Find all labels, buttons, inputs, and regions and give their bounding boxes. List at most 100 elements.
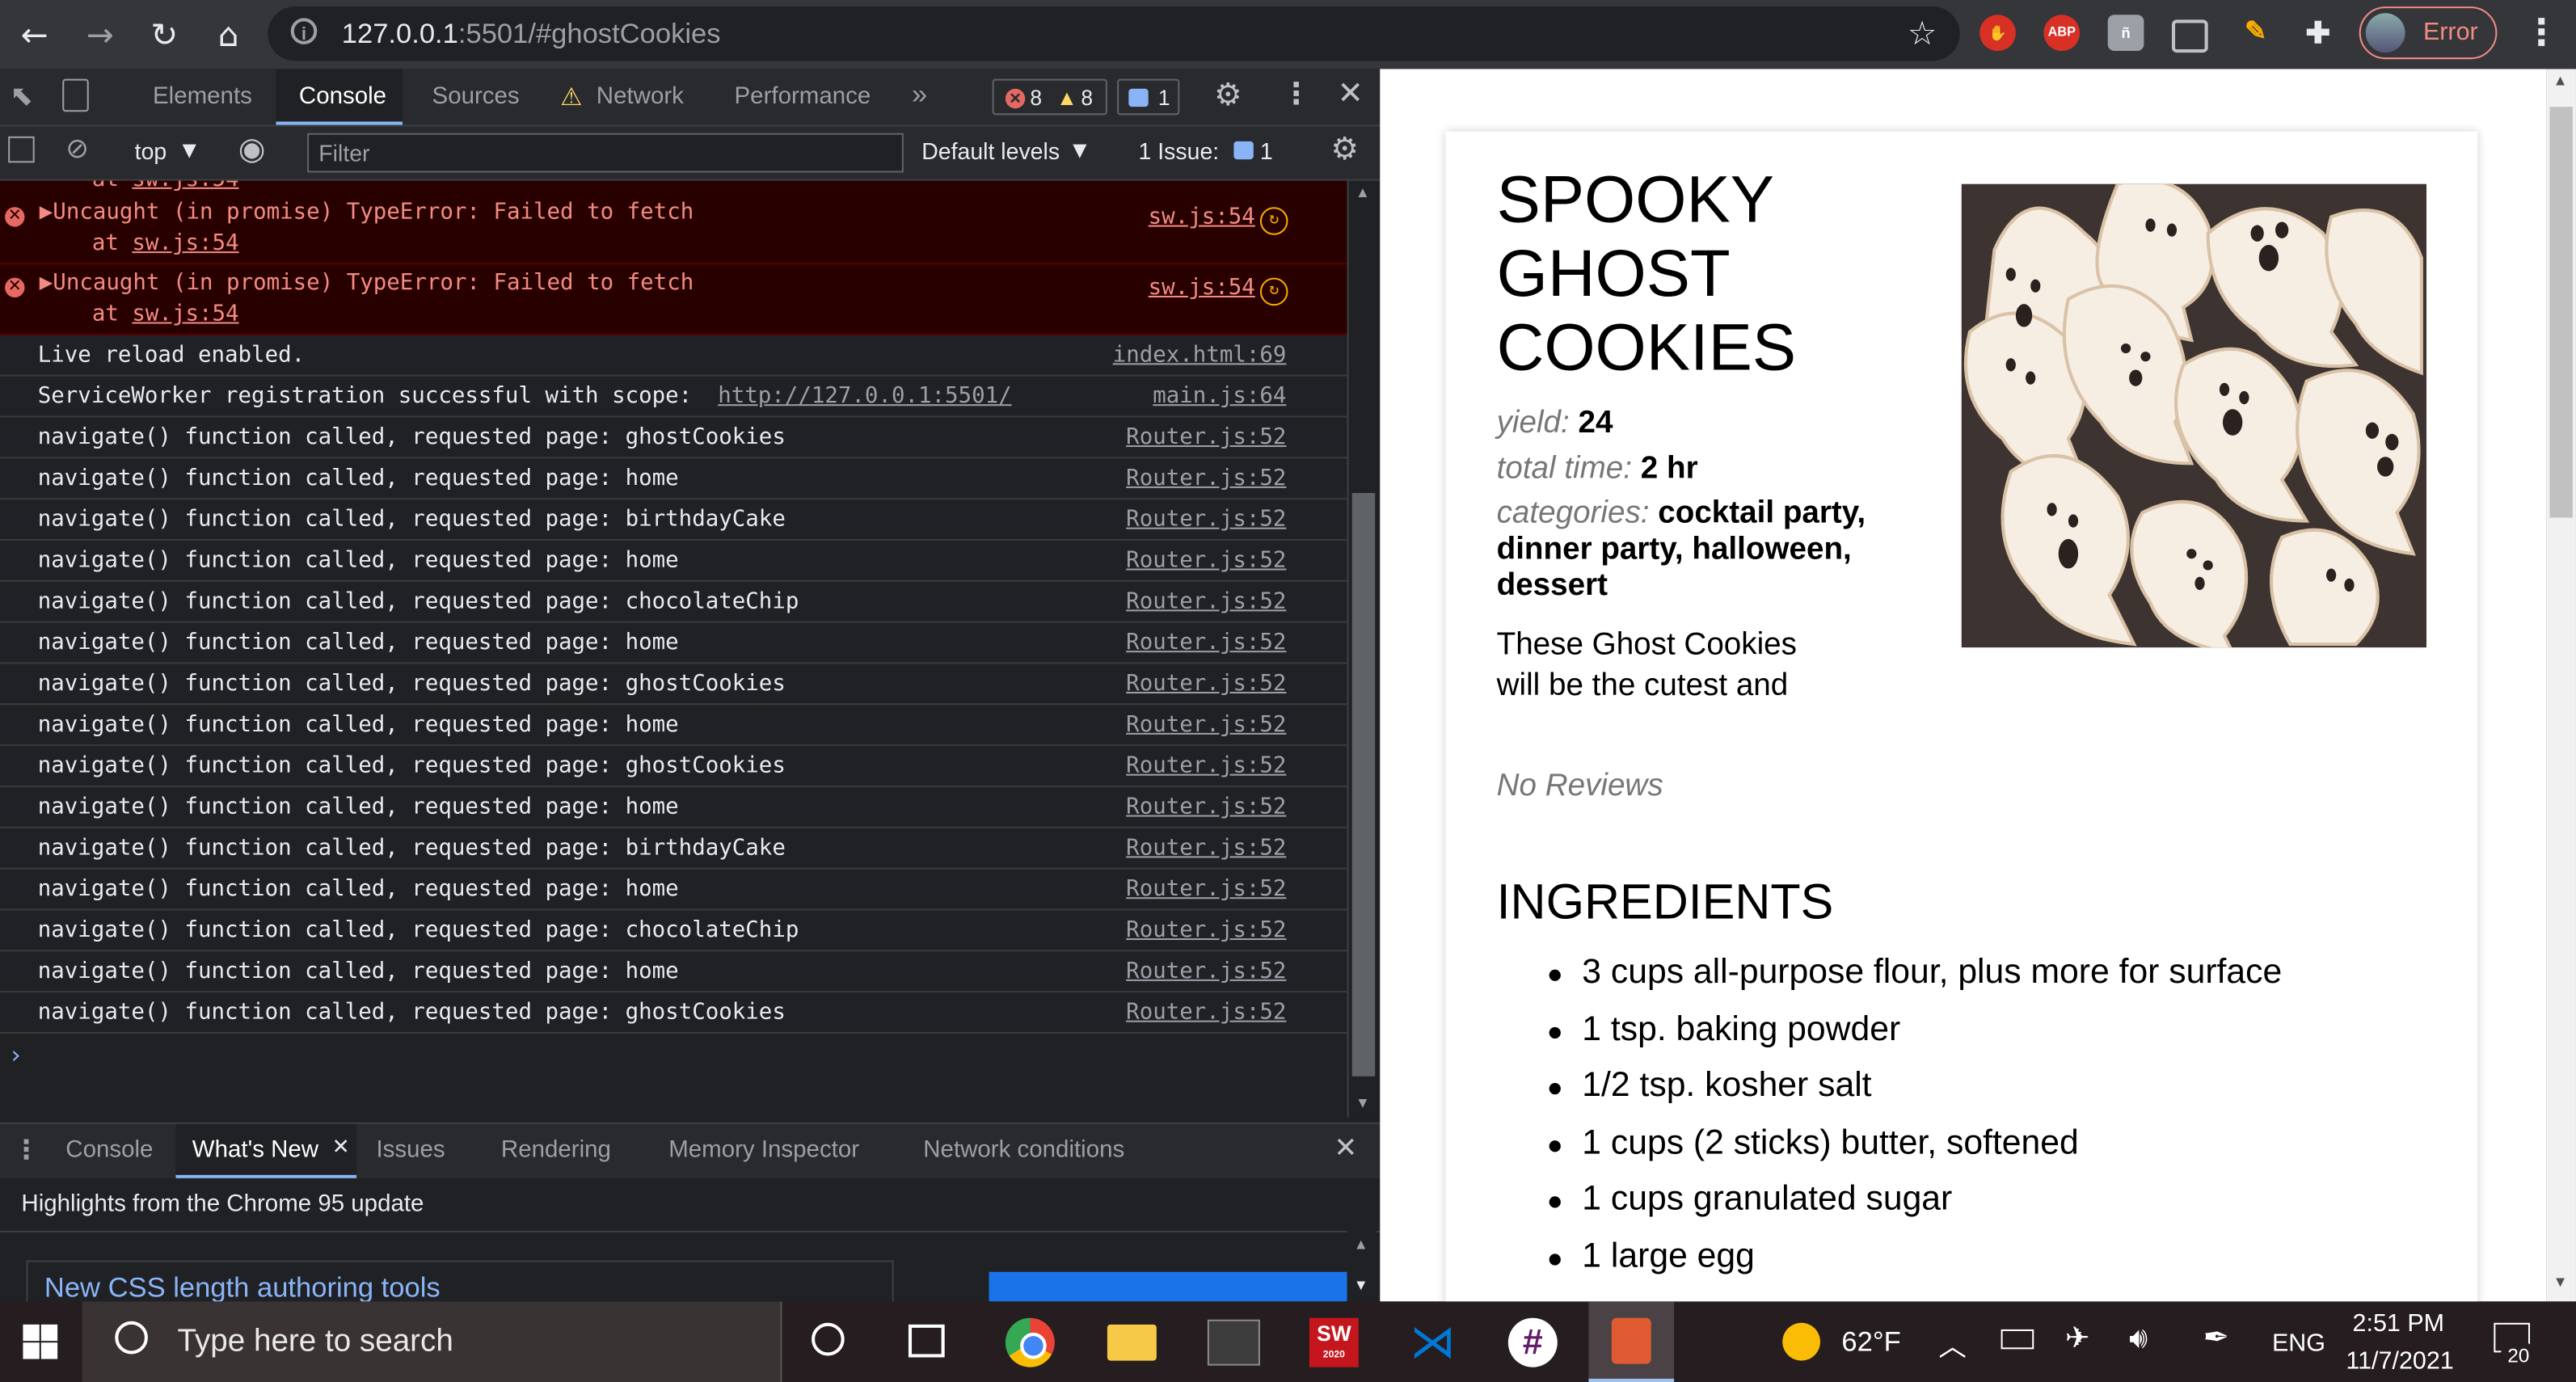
more-tabs-chevron-icon[interactable]: » (912, 79, 927, 112)
console-log-row[interactable]: navigate() function called, requested pa… (0, 951, 1347, 993)
scrollbar-thumb[interactable] (1351, 492, 1376, 1077)
drawer-tab-rendering[interactable]: Rendering (501, 1137, 611, 1164)
page-scroll-up-icon[interactable]: ▲ (2553, 72, 2568, 88)
devtools-menu-icon[interactable]: ⋮ (1281, 78, 1311, 112)
tab-elements[interactable]: Elements (153, 84, 252, 111)
source-link[interactable]: Router.js:52 (1126, 588, 1286, 615)
source-link[interactable]: Router.js:52 (1126, 958, 1286, 984)
source-link[interactable]: Router.js:52 (1126, 630, 1286, 656)
airplane-mode-icon[interactable]: ✈ (2065, 1321, 2090, 1356)
source-link[interactable]: index.html:69 (1113, 342, 1287, 369)
site-info-icon[interactable]: i (290, 18, 318, 44)
task-view-icon[interactable] (908, 1324, 945, 1358)
windows-start-icon[interactable] (23, 1324, 58, 1359)
console-log-row[interactable]: navigate() function called, requested pa… (0, 458, 1347, 500)
stack-link[interactable]: sw.js:54 (132, 181, 238, 192)
stack-link[interactable]: sw.js:54 (132, 301, 238, 327)
source-link[interactable]: Router.js:52 (1126, 424, 1286, 451)
source-link[interactable]: Router.js:52 (1126, 876, 1286, 903)
console-log-row[interactable]: navigate() function called, requested pa… (0, 992, 1347, 1034)
console-log-row[interactable]: navigate() function called, requested pa… (0, 541, 1347, 582)
home-icon[interactable]: ⌂ (207, 13, 250, 56)
device-toolbar-icon[interactable] (62, 78, 89, 112)
cortana-icon[interactable] (812, 1322, 845, 1356)
console-settings-gear-icon[interactable]: ⚙ (1330, 132, 1359, 168)
source-link[interactable]: main.js:64 (1153, 383, 1286, 410)
settings-gear-icon[interactable]: ⚙ (1214, 78, 1242, 114)
back-arrow-icon[interactable]: ← (13, 13, 56, 56)
notifications-count[interactable]: 20 (2500, 1341, 2537, 1371)
console-log-row[interactable]: navigate() function called, requested pa… (0, 870, 1347, 911)
puzzle-extensions-icon[interactable]: ✚ (2300, 15, 2337, 51)
close-drawer-icon[interactable]: ✕ (1334, 1132, 1357, 1165)
source-link[interactable]: sw.js:54 (1149, 204, 1255, 230)
vscode-icon[interactable]: ⋊ (1408, 1317, 1457, 1367)
console-log-row[interactable]: navigate() function called, requested pa… (0, 910, 1347, 952)
tab-performance[interactable]: Performance (735, 84, 871, 111)
console-log-row[interactable]: navigate() function called, requested pa… (0, 664, 1347, 706)
console-log-row[interactable]: navigate() function called, requested pa… (0, 828, 1347, 870)
source-link[interactable]: Router.js:52 (1126, 711, 1286, 738)
scroll-up-icon[interactable]: ▲ (1355, 184, 1370, 200)
drawer-menu-icon[interactable]: ⋮ (13, 1134, 40, 1165)
drawer-scroll-down-icon[interactable]: ▼ (1354, 1277, 1368, 1293)
profile-error-button[interactable]: Error (2359, 6, 2498, 60)
source-link[interactable]: Router.js:52 (1126, 917, 1286, 944)
volume-icon[interactable]: 🔊︎ (2129, 1321, 2148, 1356)
console-log-row[interactable]: navigate() function called, requested pa… (0, 499, 1347, 541)
drawer-tab-network-conditions[interactable]: Network conditions (923, 1137, 1124, 1164)
console-log-row[interactable]: navigate() function called, requested pa… (0, 746, 1347, 787)
log-levels-select[interactable]: Default levels (921, 138, 1060, 165)
scope-link[interactable]: http://127.0.0.1:5501/ (718, 383, 1011, 410)
source-link[interactable]: Router.js:52 (1126, 835, 1286, 862)
source-link[interactable]: Router.js:52 (1126, 547, 1286, 574)
console-log-row[interactable]: navigate() function called, requested pa… (0, 623, 1347, 664)
page-scrollbar-thumb[interactable] (2549, 107, 2573, 518)
source-link[interactable]: Router.js:52 (1126, 999, 1286, 1026)
drawer-scroll-up-icon[interactable]: ▲ (1354, 1236, 1368, 1252)
console-error-row[interactable]: ✕ ▶Uncaught (in promise) TypeError: Fail… (0, 264, 1347, 335)
levels-chevron-down-icon[interactable]: ▼ (1073, 140, 1086, 161)
slack-icon[interactable]: # (1507, 1317, 1558, 1367)
error-warning-counter[interactable]: ✕ 8 ▲ 8 (992, 78, 1107, 116)
close-tab-icon[interactable]: ✕ (332, 1136, 350, 1160)
pen-icon[interactable]: ✒ (2203, 1320, 2229, 1356)
console-log-row[interactable]: navigate() function called, requested pa… (0, 417, 1347, 459)
console-prompt[interactable]: › (8, 1040, 23, 1070)
source-link[interactable]: Router.js:52 (1126, 794, 1286, 820)
stack-link[interactable]: sw.js:54 (132, 230, 238, 257)
console-scrollbar[interactable]: ▲ ▼ (1347, 180, 1379, 1118)
bookmark-star-icon[interactable]: ☆ (1908, 13, 1937, 53)
browser-menu-icon[interactable]: ⋮ (2523, 13, 2560, 54)
live-expression-eye-icon[interactable]: ◉ (238, 132, 266, 168)
extension-icon[interactable]: ñ (2107, 15, 2144, 52)
console-log-row[interactable]: navigate() function called, requested pa… (0, 582, 1347, 623)
drawer-tab-whats-new[interactable]: What's New (192, 1137, 318, 1164)
abp-extension-icon[interactable]: ABP (2043, 15, 2081, 52)
page-scroll-down-icon[interactable]: ▼ (2553, 1274, 2568, 1290)
forward-arrow-icon[interactable]: → (79, 13, 122, 56)
app-icon[interactable] (1611, 1317, 1651, 1364)
drawer-tab-memory-inspector[interactable]: Memory Inspector (668, 1137, 859, 1164)
chrome-icon[interactable] (1005, 1317, 1055, 1367)
weather-temperature[interactable]: 62°F (1841, 1326, 1900, 1359)
inspect-element-icon[interactable]: ⬉ (10, 81, 33, 114)
tray-chevron-up-icon[interactable]: ︿ (1938, 1323, 1967, 1364)
source-link[interactable]: Router.js:52 (1126, 506, 1286, 533)
drawer-tab-issues[interactable]: Issues (376, 1137, 445, 1164)
clock-date[interactable]: 11/7/2021 (2346, 1347, 2453, 1376)
close-devtools-icon[interactable]: ✕ (1337, 76, 1363, 112)
info-counter[interactable]: 1 (1117, 78, 1180, 116)
clear-console-icon[interactable]: ⊘ (65, 133, 89, 166)
filter-input[interactable]: Filter (307, 133, 904, 173)
source-link[interactable]: sw.js:54 (1149, 275, 1255, 301)
adblock-extension-icon[interactable]: ✋ (1979, 15, 2016, 52)
sidebar-toggle-icon[interactable] (8, 136, 35, 163)
weather-sun-icon[interactable] (1782, 1322, 1821, 1361)
issues-label[interactable]: 1 Issue: (1139, 138, 1220, 165)
colorpicker-extension-icon[interactable]: ✎ (2237, 15, 2274, 51)
snipping-tool-icon[interactable] (1207, 1319, 1260, 1366)
console-log-row[interactable]: ServiceWorker registration successful wi… (0, 377, 1347, 418)
console-log-row[interactable]: navigate() function called, requested pa… (0, 787, 1347, 828)
battery-icon[interactable] (2001, 1329, 2034, 1350)
